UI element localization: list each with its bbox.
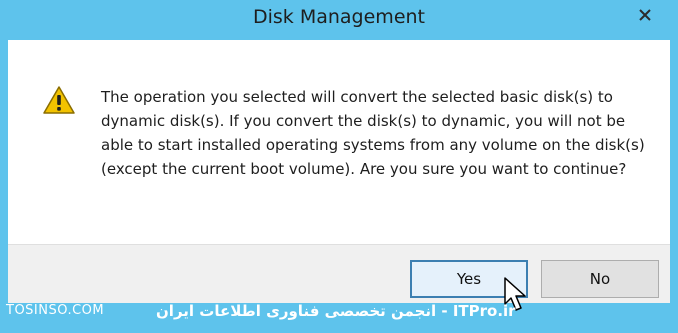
warning-icon [43, 86, 75, 114]
dialog-window: Disk Management The operation you select… [0, 0, 678, 333]
no-button[interactable]: No [541, 260, 659, 298]
close-button[interactable] [622, 0, 668, 29]
watermark: TOSINSO.COM انجمن تخصصی فناوری اطلاعات ا… [6, 300, 676, 330]
dialog-button-bar: Yes No [8, 244, 670, 303]
window-title: Disk Management [252, 6, 425, 28]
dialog-message: The operation you selected will convert … [101, 88, 645, 178]
watermark-brand: انجمن تخصصی فناوری اطلاعات ایران - ITPro… [156, 302, 516, 320]
dialog-content: The operation you selected will convert … [8, 40, 670, 244]
watermark-site: TOSINSO.COM [6, 303, 105, 318]
close-icon [639, 8, 651, 21]
